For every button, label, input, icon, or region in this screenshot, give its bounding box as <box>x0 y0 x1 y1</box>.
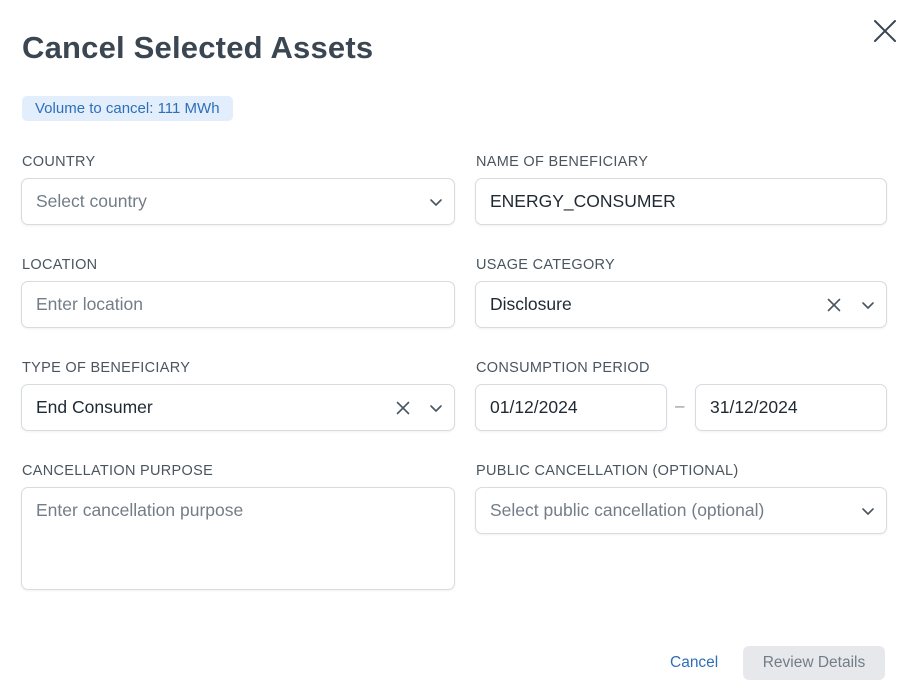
close-icon <box>874 20 896 42</box>
consumption-period-label: CONSUMPTION PERIOD <box>476 360 650 376</box>
beneficiary-name-input[interactable] <box>490 179 872 224</box>
usage-category-label: USAGE CATEGORY <box>476 257 616 273</box>
period-start-value: 01/12/2024 <box>490 397 578 417</box>
cancel-button[interactable]: Cancel <box>660 647 728 679</box>
location-label: LOCATION <box>22 257 98 273</box>
public-cancellation-placeholder: Select public cancellation (optional) <box>490 500 765 520</box>
cancellation-purpose-field[interactable] <box>21 487 455 590</box>
period-end-field[interactable]: 31/12/2024 <box>695 384 887 431</box>
chevron-down-icon <box>862 301 874 309</box>
country-label: COUNTRY <box>22 154 96 170</box>
volume-badge: Volume to cancel: 111 MWh <box>22 96 233 121</box>
public-cancellation-select[interactable]: Select public cancellation (optional) <box>475 487 887 534</box>
usage-category-value: Disclosure <box>490 294 572 314</box>
clear-icon[interactable] <box>395 400 411 416</box>
beneficiary-type-select[interactable]: End Consumer <box>21 384 455 431</box>
public-cancellation-label: PUBLIC CANCELLATION (OPTIONAL) <box>476 463 739 479</box>
location-field[interactable] <box>21 281 455 328</box>
chevron-down-icon <box>430 404 442 412</box>
country-select[interactable]: Select country <box>21 178 455 225</box>
usage-category-select[interactable]: Disclosure <box>475 281 887 328</box>
period-end-value: 31/12/2024 <box>710 397 798 417</box>
chevron-down-icon <box>430 198 442 206</box>
cancellation-purpose-label: CANCELLATION PURPOSE <box>22 463 214 479</box>
period-start-field[interactable]: 01/12/2024 <box>475 384 667 431</box>
beneficiary-type-value: End Consumer <box>36 397 153 417</box>
beneficiary-name-field[interactable] <box>475 178 887 225</box>
beneficiary-type-label: TYPE OF BENEFICIARY <box>22 360 191 376</box>
clear-icon[interactable] <box>826 297 842 313</box>
period-separator: – <box>675 396 685 415</box>
cancellation-purpose-input[interactable] <box>36 500 440 579</box>
dialog-title: Cancel Selected Assets <box>22 30 374 65</box>
location-input[interactable] <box>36 282 440 327</box>
chevron-down-icon <box>862 507 874 515</box>
close-button[interactable] <box>868 14 902 48</box>
beneficiary-name-label: NAME OF BENEFICIARY <box>476 154 649 170</box>
country-placeholder: Select country <box>36 191 147 211</box>
review-details-button[interactable]: Review Details <box>743 646 885 680</box>
